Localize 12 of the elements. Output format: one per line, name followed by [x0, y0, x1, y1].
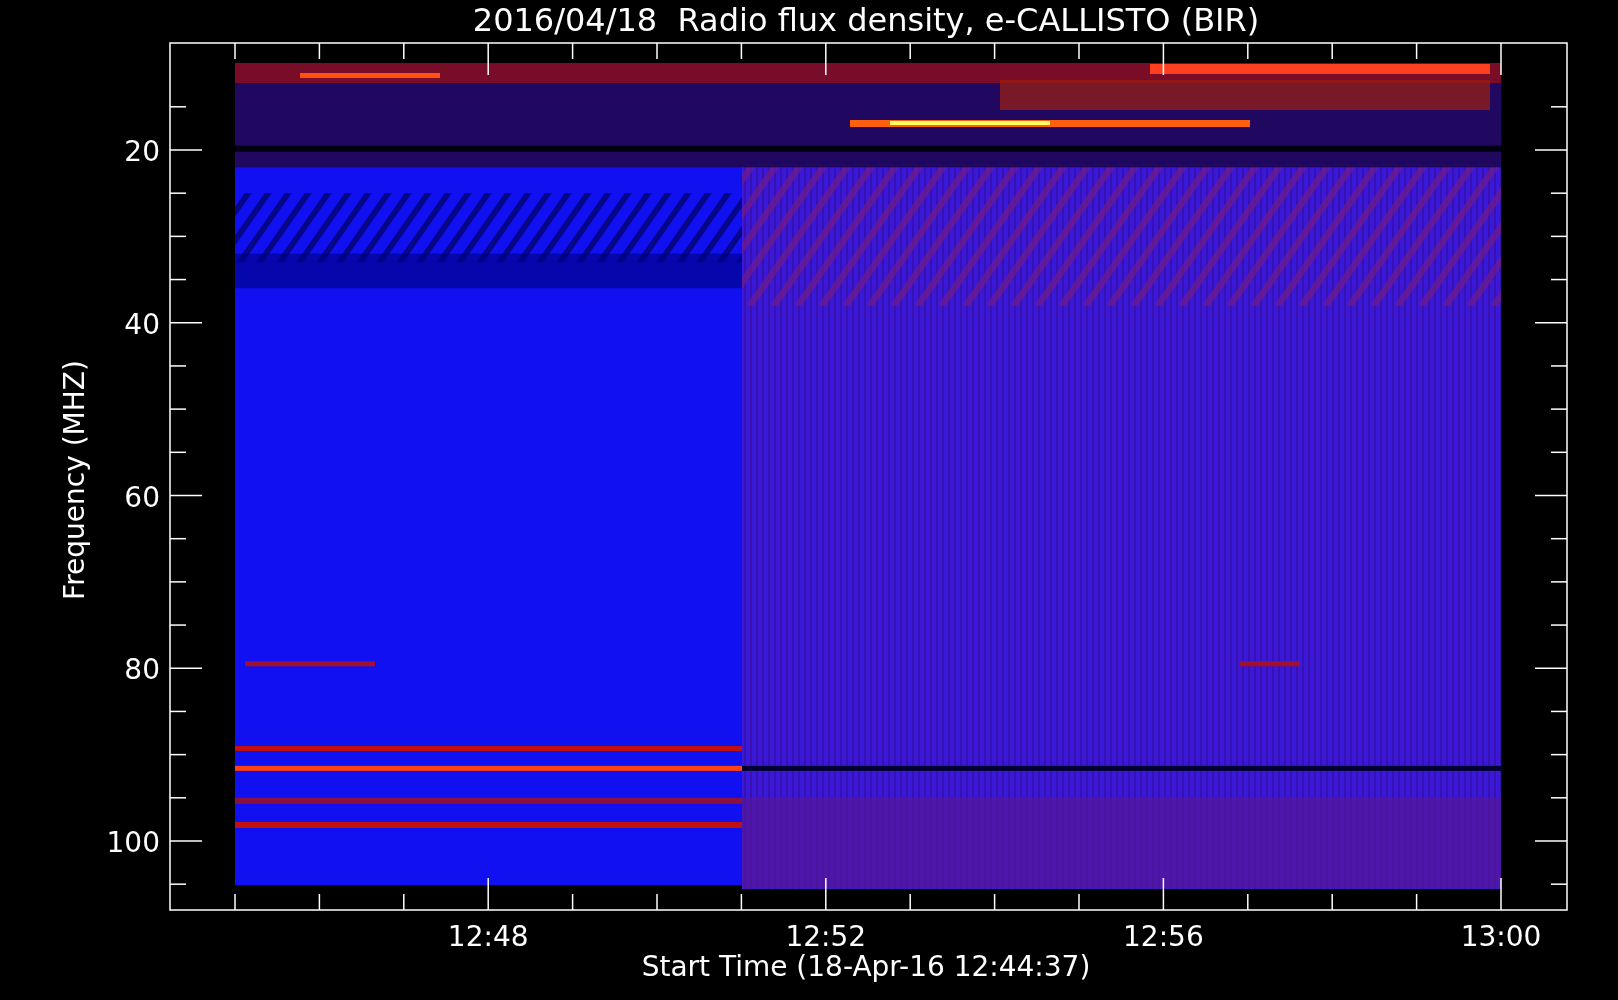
axis-label: Frequency (MHZ) [58, 360, 91, 600]
tick-label: 40 [124, 307, 160, 341]
tick-label: 12:52 [785, 920, 867, 953]
tick-label: 100 [106, 826, 160, 859]
tick-label: 12:56 [1123, 920, 1204, 953]
tick-label: 12:48 [447, 920, 529, 953]
tick-label: 20 [124, 135, 160, 168]
chart-title: 2016/04/18 Radio flux density, e-CALLISTO (BIR) [472, 1, 1260, 39]
tick-label: 60 [124, 480, 160, 514]
axis-label: Start Time (18-Apr-16 12:44:37) [641, 950, 1091, 983]
tick-label: 13:00 [1460, 920, 1542, 953]
tick-label: 80 [124, 653, 160, 687]
